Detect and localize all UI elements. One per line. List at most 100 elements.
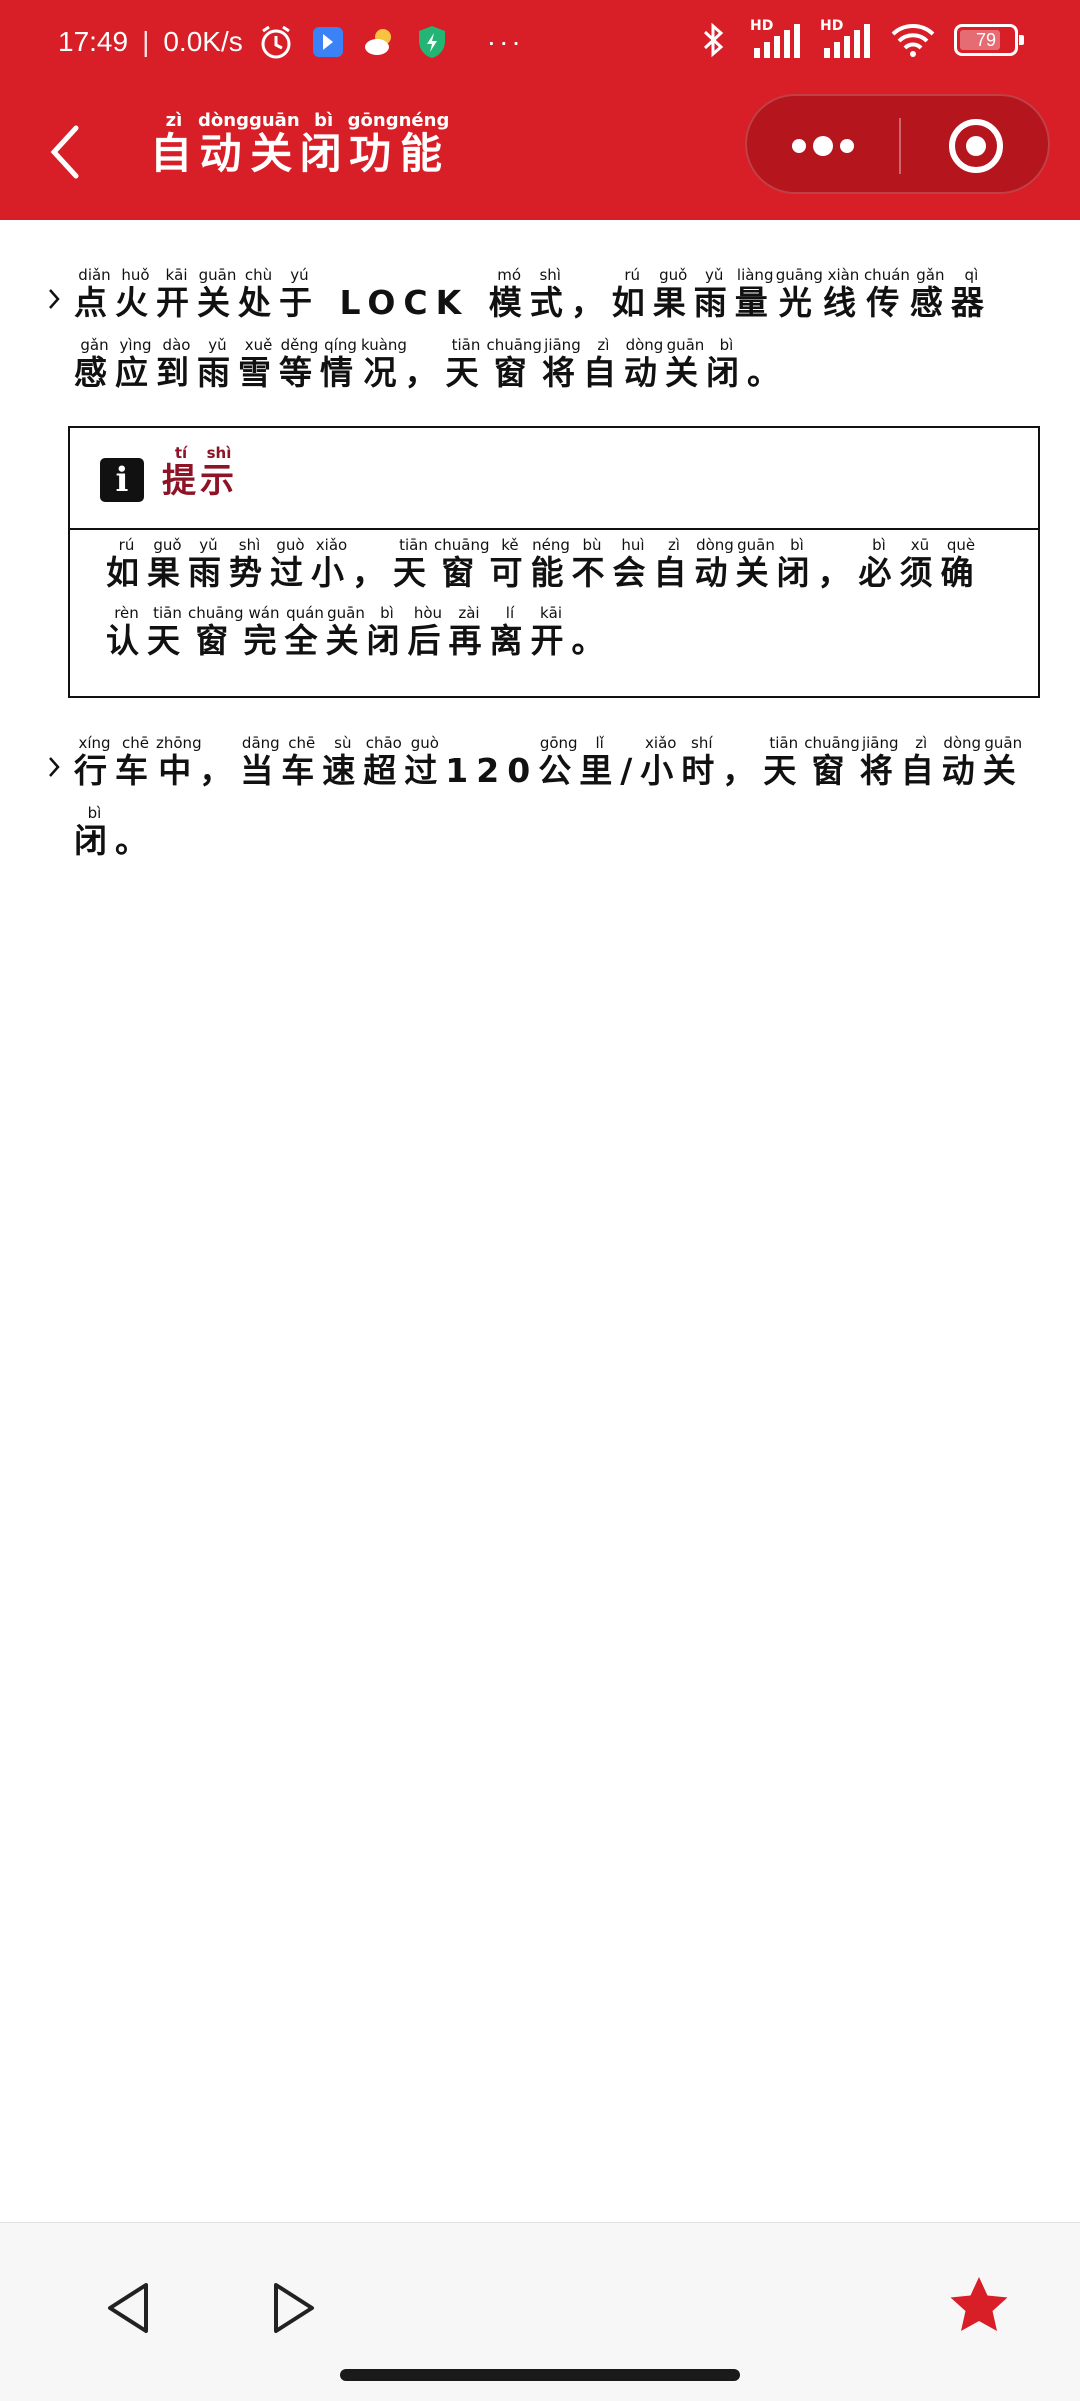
status-time: 17:49 <box>58 26 129 57</box>
back-arrow-icon <box>50 125 79 179</box>
pinyin: děng <box>279 336 320 354</box>
back-button[interactable] <box>40 112 100 192</box>
annotated-char: 雨yǔ <box>694 266 735 322</box>
annotated-char: 况kuàng <box>361 336 407 392</box>
pinyin: chù <box>238 266 279 284</box>
pinyin: xiǎo <box>311 536 352 554</box>
pinyin: bì <box>299 110 348 131</box>
hanzi: 窗 <box>188 621 244 660</box>
annotated-char: 能néng <box>399 110 450 178</box>
close-button[interactable] <box>901 96 1051 196</box>
hanzi: 速 <box>322 751 364 790</box>
pinyin: què <box>940 536 982 554</box>
pinyin: gōng <box>538 734 580 752</box>
hanzi: 雨 <box>197 353 238 392</box>
pinyin: tiān <box>393 536 434 554</box>
next-page-button[interactable] <box>256 2273 326 2343</box>
annotated-char: 提tí <box>162 444 200 501</box>
paragraph-speed: 行xíng车chē中zhōng，当dāng车chē速sù超chāo过guò120… <box>46 734 1026 876</box>
signal-1: HD <box>750 18 802 60</box>
hanzi: 完 <box>243 621 285 660</box>
annotated-char: 过guò <box>270 536 311 592</box>
hanzi: 感 <box>74 353 115 392</box>
hanzi: 开 <box>156 283 197 322</box>
annotated-char: 模mó <box>489 266 530 322</box>
hanzi: 天 <box>147 621 188 660</box>
hanzi: 自 <box>582 353 624 392</box>
hanzi: 开 <box>530 621 572 660</box>
hanzi: 窗 <box>804 751 860 790</box>
annotated-char: 公gōng <box>538 734 580 790</box>
plain-text: 。 <box>746 353 788 392</box>
annotated-char: 自zì <box>901 734 942 790</box>
pinyin: qíng <box>320 336 361 354</box>
annotated-char: 应yìng <box>115 336 156 392</box>
chevron-right-icon <box>49 289 60 309</box>
hanzi: 处 <box>238 283 279 322</box>
wifi-icon <box>890 21 936 59</box>
annotated-char: 闭bì <box>706 336 747 392</box>
status-separator: | <box>142 26 150 57</box>
hanzi: 动 <box>623 353 665 392</box>
plain-text: ， <box>817 553 859 592</box>
annotated-char: 关guān <box>325 604 366 660</box>
nav-bar: 自zì动dòng关guān闭bì功gōng能néng <box>0 82 1080 220</box>
pinyin: rú <box>106 536 147 554</box>
pinyin: guān <box>248 110 300 131</box>
hanzi: 于 <box>279 283 320 322</box>
annotated-char: 小xiǎo <box>311 536 352 592</box>
annotated-char: 不bù <box>571 536 612 592</box>
annotated-char: 窗chuāng <box>804 734 860 790</box>
pinyin: hòu <box>407 604 449 622</box>
hanzi: 全 <box>284 621 326 660</box>
battery-indicator: 79 <box>954 24 1024 56</box>
annotated-char: 天tiān <box>445 336 486 392</box>
hanzi: 离 <box>489 621 531 660</box>
status-left: 17:49 | 0.0K/s ··· <box>58 20 524 64</box>
paragraph-2-text: 行xíng车chē中zhōng，当dāng车chē速sù超chāo过guò120… <box>46 734 1026 876</box>
hanzi: 车 <box>115 751 156 790</box>
pinyin: quán <box>284 604 326 622</box>
pinyin: huì <box>612 536 654 554</box>
pinyin: chē <box>115 734 156 752</box>
mini-program-capsule <box>745 94 1050 194</box>
pinyin: kě <box>489 536 531 554</box>
app-notification-icon <box>309 23 347 61</box>
hanzi: 须 <box>899 553 941 592</box>
pinyin: bì <box>705 336 747 354</box>
annotated-char: 自zì <box>653 536 694 592</box>
more-button[interactable] <box>747 96 899 196</box>
hanzi: 到 <box>156 353 197 392</box>
hanzi: 认 <box>106 621 147 660</box>
hanzi: 行 <box>74 751 115 790</box>
pinyin: kuàng <box>361 336 407 354</box>
hanzi: 雪 <box>238 353 279 392</box>
star-icon <box>950 2277 1008 2331</box>
pinyin: dòng <box>198 110 249 131</box>
annotated-char: 点diǎn <box>74 266 115 322</box>
pinyin: guān <box>325 604 367 622</box>
pinyin: xiǎo <box>640 734 682 752</box>
info-icon: i <box>100 458 144 502</box>
previous-page-button[interactable] <box>96 2273 166 2343</box>
pinyin: zì <box>150 110 198 131</box>
annotated-char: 天tiān <box>147 604 188 660</box>
hanzi: 必 <box>858 553 900 592</box>
hanzi: 况 <box>361 353 407 392</box>
hanzi: 示 <box>200 461 238 501</box>
hanzi: 应 <box>115 353 156 392</box>
annotated-char: 雨yǔ <box>197 336 238 392</box>
annotated-char: 全quán <box>284 604 326 660</box>
pinyin: dòng <box>623 336 665 354</box>
annotated-char: 量liàng <box>735 266 776 322</box>
pinyin: dāng <box>240 734 282 752</box>
annotated-char: 如rú <box>106 536 147 592</box>
pinyin: yǔ <box>197 336 238 354</box>
hanzi: 提 <box>162 461 200 501</box>
annotated-char: 天tiān <box>393 536 434 592</box>
next-triangle-icon <box>274 2283 314 2333</box>
annotated-char: 处chù <box>238 266 279 322</box>
hanzi: 公 <box>538 751 580 790</box>
favorite-button[interactable] <box>944 2271 1014 2341</box>
home-indicator[interactable] <box>340 2369 740 2381</box>
